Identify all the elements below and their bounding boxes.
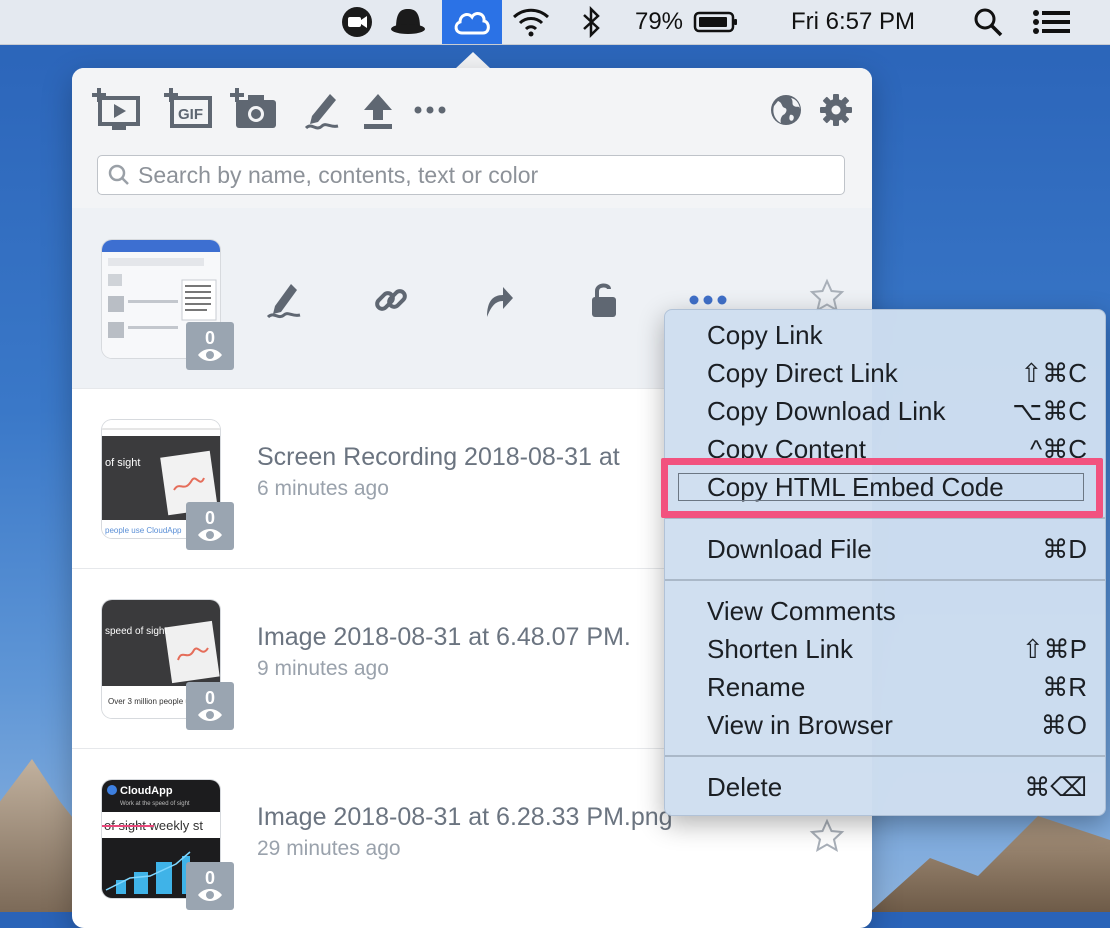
menu-item-label: Copy Direct Link: [707, 358, 898, 388]
lock-icon[interactable]: [582, 278, 626, 322]
spotlight-icon[interactable]: [968, 0, 1008, 44]
settings-icon[interactable]: [816, 88, 856, 132]
clock-label: Fri 6:57 PM: [790, 8, 916, 35]
upload-icon[interactable]: [358, 88, 398, 132]
menu-item-shortcut: ⌘⌫: [1024, 772, 1087, 802]
thumbnail-brand: CloudApp: [120, 785, 173, 797]
menu-item-shortcut: ⌘R: [1042, 672, 1087, 702]
views-count: 0: [204, 508, 215, 528]
menu-item-label: View in Browser: [707, 710, 893, 740]
menu-item-label: Copy Link: [707, 320, 823, 350]
annotate-action-icon[interactable]: [262, 278, 306, 322]
search-input[interactable]: Search by name, contents, text or color: [97, 155, 845, 195]
thumbnail-text: speed of sight: [105, 626, 167, 637]
thumbnail-caption: people use CloudApp: [105, 526, 182, 535]
menu-item-rename[interactable]: Rename ⌘R: [665, 668, 1105, 706]
views-count: 0: [204, 868, 215, 888]
item-title[interactable]: Screen Recording 2018-08-31 at: [257, 443, 620, 472]
menu-item-label: Delete: [707, 772, 783, 802]
context-menu: Copy Link Copy Direct Link ⇧⌘C Copy Down…: [664, 309, 1106, 816]
battery-percent-label: 79%: [634, 8, 684, 35]
battery-icon[interactable]: [692, 0, 740, 44]
gif-record-icon[interactable]: GIF: [164, 88, 214, 132]
views-badge: 0: [186, 682, 234, 730]
menu-item-label: Rename: [707, 672, 806, 702]
menu-item-copy-link[interactable]: Copy Link: [665, 316, 1105, 354]
views-badge: 0: [186, 502, 234, 550]
menu-item-view-in-browser[interactable]: View in Browser ⌘O: [665, 706, 1105, 744]
thumbnail-text: of sight: [105, 457, 140, 469]
item-timestamp: 9 minutes ago: [257, 657, 389, 680]
annotate-icon[interactable]: [300, 88, 344, 132]
search-placeholder: Search by name, contents, text or color: [138, 161, 539, 188]
eye-icon: [198, 889, 222, 901]
item-timestamp: 6 minutes ago: [257, 477, 389, 500]
menu-item-shortcut: ⌘O: [1040, 710, 1087, 740]
menu-bar: 79% Fri 6:57 PM: [0, 0, 1110, 45]
menu-item-label: Copy HTML Embed Code: [707, 472, 1004, 502]
menu-item-label: Copy Download Link: [707, 396, 946, 426]
screen-record-icon[interactable]: [92, 88, 142, 132]
menu-separator: [665, 579, 1105, 581]
eye-icon: [198, 529, 222, 541]
menu-item-shortcut: ⇧⌘P: [1021, 634, 1087, 664]
menu-item-copy-html-embed-code[interactable]: Copy HTML Embed Code: [665, 468, 1105, 506]
menu-item-shortcut: ⇧⌘C: [1020, 358, 1087, 388]
link-icon[interactable]: [369, 278, 413, 322]
more-icon[interactable]: [412, 88, 448, 132]
clock[interactable]: Fri 6:57 PM: [772, 0, 934, 44]
cloudapp-icon[interactable]: [442, 0, 502, 44]
item-title[interactable]: Image 2018-08-31 at 6.28.33 PM.png: [257, 803, 673, 832]
zoom-icon[interactable]: [337, 0, 377, 44]
menu-item-delete[interactable]: Delete ⌘⌫: [665, 768, 1105, 806]
menu-item-download-file[interactable]: Download File ⌘D: [665, 530, 1105, 568]
incognito-icon[interactable]: [386, 0, 430, 44]
search-bar-area: Search by name, contents, text or color: [72, 148, 872, 209]
eye-icon: [198, 349, 222, 361]
eye-icon: [198, 709, 222, 721]
item-title[interactable]: Image 2018-08-31 at 6.48.07 PM.: [257, 623, 631, 652]
menu-item-copy-download-link[interactable]: Copy Download Link ⌥⌘C: [665, 392, 1105, 430]
menu-item-copy-direct-link[interactable]: Copy Direct Link ⇧⌘C: [665, 354, 1105, 392]
desktop-wallpaper-left: [0, 759, 80, 912]
menu-item-shortcut: ⌘D: [1042, 534, 1087, 564]
battery-percent: 79%: [628, 0, 690, 44]
svg-text:GIF: GIF: [178, 106, 203, 123]
thumbnail-tagline: Work at the speed of sight: [120, 801, 190, 807]
web-icon[interactable]: [766, 88, 806, 132]
views-count: 0: [204, 688, 215, 708]
item-timestamp: 29 minutes ago: [257, 837, 401, 860]
bluetooth-icon[interactable]: [575, 0, 607, 44]
popover-toolbar: GIF: [72, 68, 872, 148]
notification-center-icon[interactable]: [1028, 0, 1076, 44]
share-icon[interactable]: [476, 278, 520, 322]
menu-item-label: Download File: [707, 534, 872, 564]
menu-item-label: Copy Content: [707, 434, 866, 464]
menu-separator: [665, 755, 1105, 757]
menu-item-copy-content[interactable]: Copy Content ^⌘C: [665, 430, 1105, 468]
search-icon: [108, 164, 129, 185]
views-badge: 0: [186, 322, 234, 370]
menu-item-label: View Comments: [707, 596, 896, 626]
popover-arrow: [455, 52, 491, 69]
wifi-icon[interactable]: [508, 0, 554, 44]
menu-separator: [665, 517, 1105, 519]
menu-item-label: Shorten Link: [707, 634, 853, 664]
views-badge: 0: [186, 862, 234, 910]
views-count: 0: [204, 328, 215, 348]
menu-item-shorten-link[interactable]: Shorten Link ⇧⌘P: [665, 630, 1105, 668]
screenshot-icon[interactable]: [230, 88, 280, 132]
favorite-star-icon[interactable]: [809, 818, 849, 858]
menu-item-view-comments[interactable]: View Comments: [665, 592, 1105, 630]
menu-item-shortcut: ^⌘C: [1030, 434, 1087, 464]
menu-item-shortcut: ⌥⌘C: [1012, 396, 1087, 426]
